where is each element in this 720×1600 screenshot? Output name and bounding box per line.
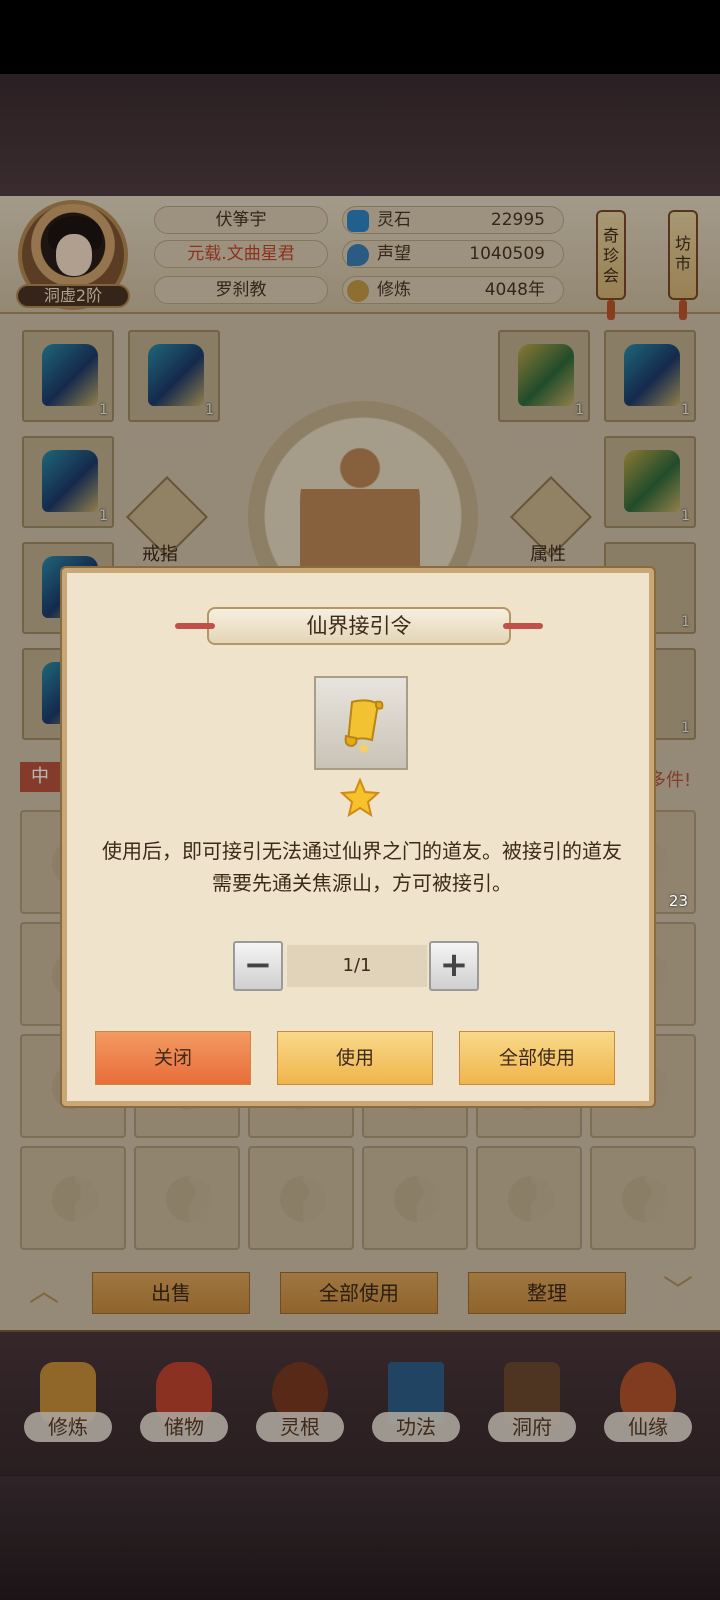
dialog-title: 仙界接引令 [175, 607, 543, 645]
golden-scroll-icon [344, 699, 384, 752]
rarity-star-icon [340, 778, 380, 818]
top-banner [0, 74, 720, 198]
quantity-display: 1/1 [287, 945, 427, 987]
bottom-banner [0, 1475, 720, 1600]
close-button[interactable]: 关闭 [95, 1031, 251, 1085]
item-description: 使用后，即可接引无法通过仙界之门的道友。被接引的道友需要先通关焦源山，方可被接引… [102, 839, 622, 895]
use-all-button[interactable]: 全部使用 [459, 1031, 615, 1085]
item-use-dialog: 仙界接引令 使用后，即可接引无法通过仙界之门的道友。被接引的道友需要先通关焦源山… [62, 568, 654, 1106]
increase-quantity-button[interactable]: + [429, 941, 479, 991]
item-count: 23 [668, 892, 688, 910]
decrease-quantity-button[interactable]: − [233, 941, 283, 991]
status-bar-area [0, 0, 720, 74]
item-icon-frame [314, 676, 408, 770]
use-button[interactable]: 使用 [277, 1031, 433, 1085]
